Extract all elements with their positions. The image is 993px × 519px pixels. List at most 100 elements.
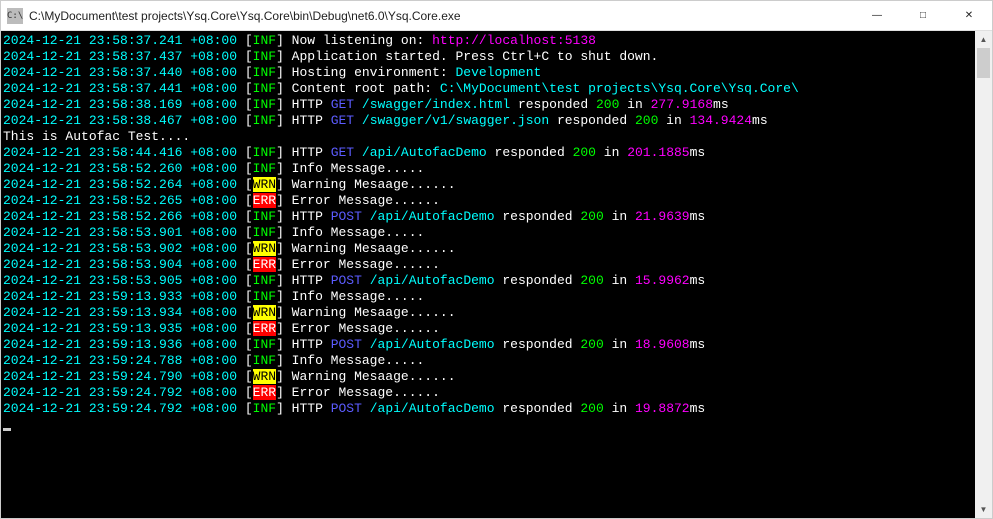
log-timestamp: 2024-12-21 23:58:52.264 +08:00 — [3, 177, 237, 192]
log-segment: HTTP — [292, 337, 331, 352]
log-segment: POST — [331, 273, 362, 288]
log-timestamp: 2024-12-21 23:58:37.440 +08:00 — [3, 65, 237, 80]
log-segment — [354, 145, 362, 160]
log-line: 2024-12-21 23:58:53.901 +08:00 [INF] Inf… — [3, 225, 973, 241]
log-segment: Warning Mesaage...... — [292, 177, 456, 192]
log-segment: Now listening on: — [292, 33, 432, 48]
log-level: INF — [253, 273, 276, 288]
vertical-scrollbar[interactable]: ▲ ▼ — [975, 31, 992, 518]
log-level: INF — [253, 97, 276, 112]
log-timestamp: 2024-12-21 23:59:13.933 +08:00 — [3, 289, 237, 304]
log-level: INF — [253, 337, 276, 352]
log-level: INF — [253, 145, 276, 160]
log-level: ERR — [253, 257, 276, 272]
log-line: 2024-12-21 23:59:24.788 +08:00 [INF] Inf… — [3, 353, 973, 369]
log-level: WRN — [253, 241, 276, 256]
log-level: INF — [253, 209, 276, 224]
log-level: WRN — [253, 177, 276, 192]
log-segment: HTTP — [292, 401, 331, 416]
log-line: 2024-12-21 23:58:53.902 +08:00 [WRN] War… — [3, 241, 973, 257]
log-line: This is Autofac Test.... — [3, 129, 973, 145]
log-segment: in — [604, 209, 635, 224]
log-segment: POST — [331, 209, 362, 224]
maximize-button[interactable]: □ — [900, 1, 946, 30]
log-segment: /swagger/v1/swagger.json — [362, 113, 549, 128]
log-segment — [362, 273, 370, 288]
scroll-down-button[interactable]: ▼ — [975, 501, 992, 518]
log-timestamp: 2024-12-21 23:59:13.936 +08:00 — [3, 337, 237, 352]
log-segment: 200 — [580, 273, 603, 288]
log-line: 2024-12-21 23:58:52.266 +08:00 [INF] HTT… — [3, 209, 973, 225]
log-line: 2024-12-21 23:58:44.416 +08:00 [INF] HTT… — [3, 145, 973, 161]
scroll-thumb[interactable] — [977, 48, 990, 78]
log-segment — [354, 113, 362, 128]
log-line: 2024-12-21 23:59:24.792 +08:00 [INF] HTT… — [3, 401, 973, 417]
log-timestamp: 2024-12-21 23:58:53.901 +08:00 — [3, 225, 237, 240]
titlebar[interactable]: C:\ C:\MyDocument\test projects\Ysq.Core… — [1, 1, 992, 31]
log-segment: Content root path: — [292, 81, 440, 96]
scroll-up-button[interactable]: ▲ — [975, 31, 992, 48]
log-segment: Error Message...... — [292, 257, 440, 272]
log-level: INF — [253, 161, 276, 176]
log-segment: 200 — [580, 337, 603, 352]
log-timestamp: 2024-12-21 23:58:38.169 +08:00 — [3, 97, 237, 112]
log-segment: 18.9608 — [635, 337, 690, 352]
log-level: INF — [253, 401, 276, 416]
log-segment: Info Message..... — [292, 161, 425, 176]
close-button[interactable]: ✕ — [946, 1, 992, 30]
log-segment: Error Message...... — [292, 321, 440, 336]
log-level: WRN — [253, 305, 276, 320]
log-level: ERR — [253, 193, 276, 208]
log-timestamp: 2024-12-21 23:59:24.792 +08:00 — [3, 385, 237, 400]
window-title: C:\MyDocument\test projects\Ysq.Core\Ysq… — [29, 9, 854, 23]
log-segment: Hosting environment: — [292, 65, 456, 80]
log-segment: ms — [690, 209, 706, 224]
log-segment: responded — [495, 401, 581, 416]
log-line: 2024-12-21 23:59:24.792 +08:00 [ERR] Err… — [3, 385, 973, 401]
log-segment: HTTP — [292, 145, 331, 160]
terminal-window: C:\ C:\MyDocument\test projects\Ysq.Core… — [0, 0, 993, 519]
log-line: 2024-12-21 23:59:13.934 +08:00 [WRN] War… — [3, 305, 973, 321]
log-segment — [362, 337, 370, 352]
cursor — [3, 428, 11, 431]
log-timestamp: 2024-12-21 23:59:24.788 +08:00 — [3, 353, 237, 368]
log-segment: in — [658, 113, 689, 128]
log-line: 2024-12-21 23:58:37.440 +08:00 [INF] Hos… — [3, 65, 973, 81]
log-segment — [354, 97, 362, 112]
log-segment: Application started. Press Ctrl+C to shu… — [292, 49, 659, 64]
log-segment — [362, 401, 370, 416]
app-icon: C:\ — [7, 8, 23, 24]
log-segment: ms — [690, 145, 706, 160]
log-timestamp: 2024-12-21 23:58:37.437 +08:00 — [3, 49, 237, 64]
log-segment: Warning Mesaage...... — [292, 369, 456, 384]
log-timestamp: 2024-12-21 23:59:13.935 +08:00 — [3, 321, 237, 336]
log-segment: 21.9639 — [635, 209, 690, 224]
log-segment: C:\MyDocument\test projects\Ysq.Core\Ysq… — [440, 81, 799, 96]
log-line: 2024-12-21 23:58:53.904 +08:00 [ERR] Err… — [3, 257, 973, 273]
log-segment: in — [604, 401, 635, 416]
log-level: WRN — [253, 369, 276, 384]
log-segment: POST — [331, 401, 362, 416]
log-level: INF — [253, 289, 276, 304]
minimize-button[interactable]: — — [854, 1, 900, 30]
log-segment: HTTP — [292, 113, 331, 128]
log-line: 2024-12-21 23:58:52.260 +08:00 [INF] Inf… — [3, 161, 973, 177]
log-line: 2024-12-21 23:58:37.441 +08:00 [INF] Con… — [3, 81, 973, 97]
log-line: 2024-12-21 23:59:13.933 +08:00 [INF] Inf… — [3, 289, 973, 305]
log-segment: ms — [690, 401, 706, 416]
log-line: 2024-12-21 23:58:38.169 +08:00 [INF] HTT… — [3, 97, 973, 113]
log-segment: 19.8872 — [635, 401, 690, 416]
console-output[interactable]: 2024-12-21 23:58:37.241 +08:00 [INF] Now… — [1, 31, 975, 518]
log-segment: Development — [456, 65, 542, 80]
log-segment: POST — [331, 337, 362, 352]
log-timestamp: 2024-12-21 23:58:53.902 +08:00 — [3, 241, 237, 256]
log-line: 2024-12-21 23:59:13.935 +08:00 [ERR] Err… — [3, 321, 973, 337]
log-segment: Info Message..... — [292, 353, 425, 368]
log-segment: GET — [331, 113, 354, 128]
log-segment: ms — [713, 97, 729, 112]
log-segment: /swagger/index.html — [362, 97, 510, 112]
log-timestamp: 2024-12-21 23:58:53.904 +08:00 — [3, 257, 237, 272]
log-timestamp: 2024-12-21 23:58:44.416 +08:00 — [3, 145, 237, 160]
log-timestamp: 2024-12-21 23:59:13.934 +08:00 — [3, 305, 237, 320]
log-segment: 200 — [580, 401, 603, 416]
